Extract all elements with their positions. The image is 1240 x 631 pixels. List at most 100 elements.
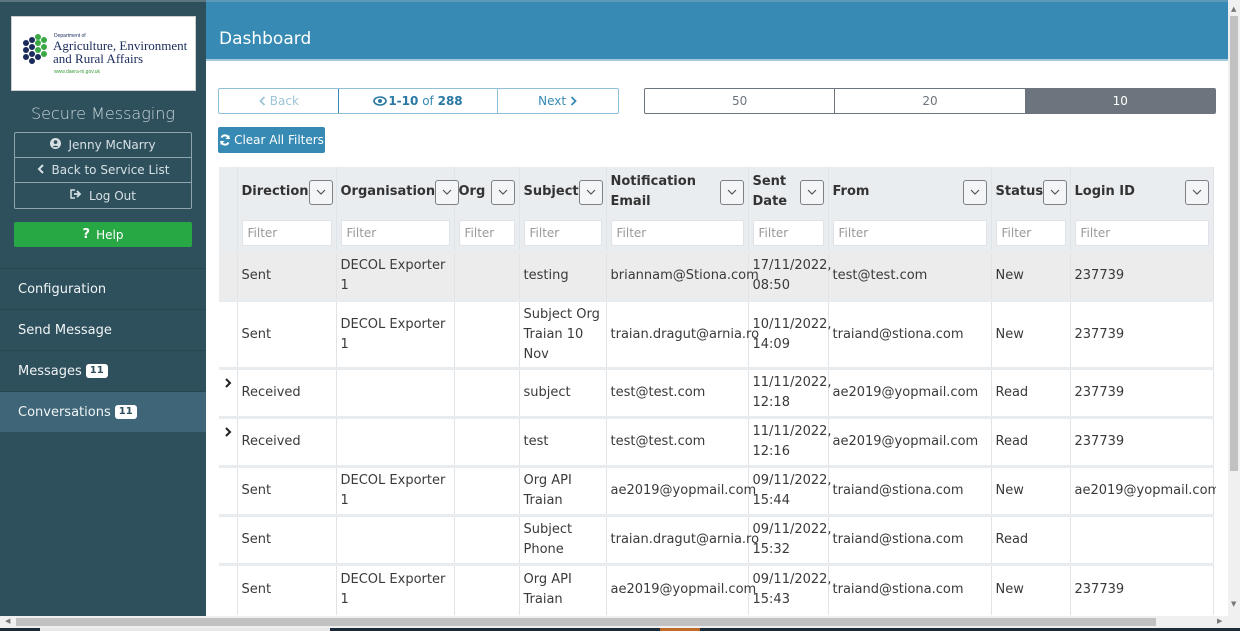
- cell-from: traiand@stiona.com: [828, 563, 992, 615]
- table-row[interactable]: Sent Subject Phone traian.dragut@arnia.ro 0…: [219, 514, 1214, 565]
- back-page-button[interactable]: Back: [219, 89, 339, 113]
- table-row[interactable]: Received test test@test.com 11/11/2022, 12:…: [219, 416, 1214, 467]
- scroll-right-arrow-icon[interactable]: ▶: [1217, 617, 1222, 625]
- column-filter-input-subject[interactable]: Filter: [523, 220, 602, 246]
- column-header-label[interactable]: Notification Email: [611, 172, 720, 212]
- expand-column-header: [219, 167, 238, 252]
- vertical-scroll-thumb[interactable]: [1230, 16, 1238, 471]
- cell-login-id: 237739: [1070, 250, 1214, 301]
- page-size-option-20[interactable]: 20: [834, 89, 1024, 113]
- vertical-scrollbar[interactable]: ▲ ▼: [1228, 0, 1240, 616]
- column-filter-input-org[interactable]: Filter: [458, 220, 515, 246]
- chevron-right-icon[interactable]: [219, 375, 237, 395]
- horizontal-scroll-thumb[interactable]: [16, 618, 1156, 626]
- cell-from: test@test.com: [828, 250, 992, 301]
- cell-subject: subject: [519, 367, 607, 418]
- table-row[interactable]: Sent DECOL Exporter 1 Subject Org Traian 1…: [219, 299, 1214, 369]
- cell-status: Read: [991, 416, 1071, 467]
- clear-all-filters-button[interactable]: Clear All Filters: [218, 127, 325, 153]
- back-page-label: Back: [269, 94, 299, 108]
- column-header-label[interactable]: Direction: [242, 182, 309, 202]
- column-filter-input-direction[interactable]: Filter: [241, 220, 332, 246]
- column-menu-chevron-down-icon[interactable]: [578, 179, 603, 205]
- chevron-right-icon[interactable]: [219, 424, 237, 444]
- log-out-button[interactable]: Log Out: [15, 183, 191, 208]
- sidebar-item-label: Send Message: [18, 322, 112, 338]
- messages-count-badge: 11: [85, 364, 108, 378]
- column-header-organisation: Organisation Filter: [336, 167, 460, 252]
- column-header-label[interactable]: Login ID: [1075, 182, 1135, 202]
- column-menu-chevron-down-icon[interactable]: [719, 179, 744, 205]
- column-filter-input-organisation[interactable]: Filter: [340, 220, 450, 246]
- app-window: Department of Agriculture, Environment a…: [0, 0, 1240, 631]
- cell-notification-email: ae2019@yopmail.com: [606, 465, 756, 516]
- row-expand-cell[interactable]: [219, 367, 238, 418]
- column-filter-input-notification-email[interactable]: Filter: [610, 220, 744, 246]
- messages-grid: Direction Filter Organisation Filter Org Filt…: [219, 167, 1216, 616]
- column-filter-input-status[interactable]: Filter: [995, 220, 1066, 246]
- help-button[interactable]: ? Help: [14, 222, 192, 247]
- cell-org: [454, 465, 520, 516]
- row-expand-cell: [219, 299, 238, 369]
- sidebar-item-configuration[interactable]: Configuration: [0, 268, 206, 309]
- sign-out-icon: [70, 189, 82, 202]
- column-filter-input-from[interactable]: Filter: [832, 220, 987, 246]
- cell-direction: Received: [237, 367, 337, 418]
- cell-direction: Sent: [237, 250, 337, 301]
- sidebar-item-send-message[interactable]: Send Message: [0, 309, 206, 350]
- back-to-service-list-button[interactable]: Back to Service List: [15, 158, 191, 183]
- back-to-service-list-label: Back to Service List: [51, 163, 170, 177]
- column-menu-chevron-down-icon[interactable]: [799, 179, 824, 205]
- row-expand-cell: [219, 514, 238, 565]
- clear-all-filters-label: Clear All Filters: [234, 133, 324, 147]
- column-menu-chevron-down-icon[interactable]: [1184, 179, 1209, 205]
- column-header-label[interactable]: Subject: [524, 182, 579, 202]
- user-profile-button[interactable]: Jenny McNarry: [15, 133, 191, 158]
- scrollbar-corner: [1228, 616, 1240, 628]
- column-menu-chevron-down-icon[interactable]: [435, 179, 460, 205]
- table-row[interactable]: Sent DECOL Exporter 1 Org API Traian ae2019…: [219, 563, 1214, 615]
- column-filter-input-sent-date[interactable]: Filter: [752, 220, 824, 246]
- column-header-label[interactable]: Sent Date: [753, 172, 800, 212]
- table-row[interactable]: Sent DECOL Exporter 1 testing briannam@Stio…: [219, 250, 1214, 301]
- scroll-down-arrow-icon[interactable]: ▼: [1231, 600, 1236, 608]
- horizontal-scrollbar[interactable]: ◀ ▶: [0, 616, 1228, 628]
- next-page-button[interactable]: Next: [498, 89, 618, 113]
- chevron-left-icon: [37, 163, 45, 177]
- column-header-label[interactable]: From: [833, 182, 870, 202]
- sidebar-item-conversations[interactable]: Conversations 11: [0, 391, 206, 432]
- logo-hexagon-icon: [23, 34, 47, 64]
- row-expand-cell: [219, 563, 238, 615]
- cell-login-id: 237739: [1070, 367, 1214, 418]
- row-expand-cell: [219, 250, 238, 301]
- cell-notification-email: traian.dragut@arnia.ro: [606, 514, 759, 565]
- cell-sent-date: 11/11/2022, 12:18: [748, 367, 832, 418]
- table-row[interactable]: Sent DECOL Exporter 1 Org API Traian ae2019…: [219, 465, 1216, 516]
- column-menu-chevron-down-icon[interactable]: [962, 179, 987, 205]
- column-header-direction: Direction Filter: [237, 167, 337, 252]
- scroll-left-arrow-icon[interactable]: ◀: [5, 617, 10, 625]
- cell-organisation: [336, 514, 455, 565]
- column-menu-chevron-down-icon[interactable]: [490, 179, 515, 205]
- cell-subject: test: [519, 416, 607, 467]
- page-size-option-10[interactable]: 10: [1024, 89, 1215, 113]
- table-row[interactable]: Received subject test@test.com 11/11/2022, …: [219, 367, 1214, 418]
- column-menu-chevron-down-icon[interactable]: [1043, 179, 1068, 205]
- column-filter-input-login-id[interactable]: Filter: [1074, 220, 1209, 246]
- column-menu-chevron-down-icon[interactable]: [308, 179, 333, 205]
- cell-organisation: DECOL Exporter 1: [336, 250, 455, 301]
- page-size-option-50[interactable]: 50: [645, 89, 834, 113]
- daera-logo[interactable]: Department of Agriculture, Environment a…: [11, 16, 196, 91]
- column-header-label[interactable]: Status: [996, 182, 1044, 202]
- column-header-label[interactable]: Organisation: [341, 182, 436, 202]
- cell-organisation: DECOL Exporter 1: [336, 465, 455, 516]
- sidebar-item-label: Configuration: [18, 281, 107, 297]
- column-header-subject: Subject Filter: [519, 167, 607, 252]
- column-header-label[interactable]: Org: [459, 182, 486, 202]
- log-out-label: Log Out: [88, 188, 136, 203]
- row-expand-cell[interactable]: [219, 416, 238, 467]
- chevron-right-icon: [570, 96, 577, 106]
- page-range: 1-10: [388, 94, 419, 108]
- sidebar-item-messages[interactable]: Messages 11: [0, 350, 206, 391]
- scroll-up-arrow-icon[interactable]: ▲: [1231, 5, 1236, 13]
